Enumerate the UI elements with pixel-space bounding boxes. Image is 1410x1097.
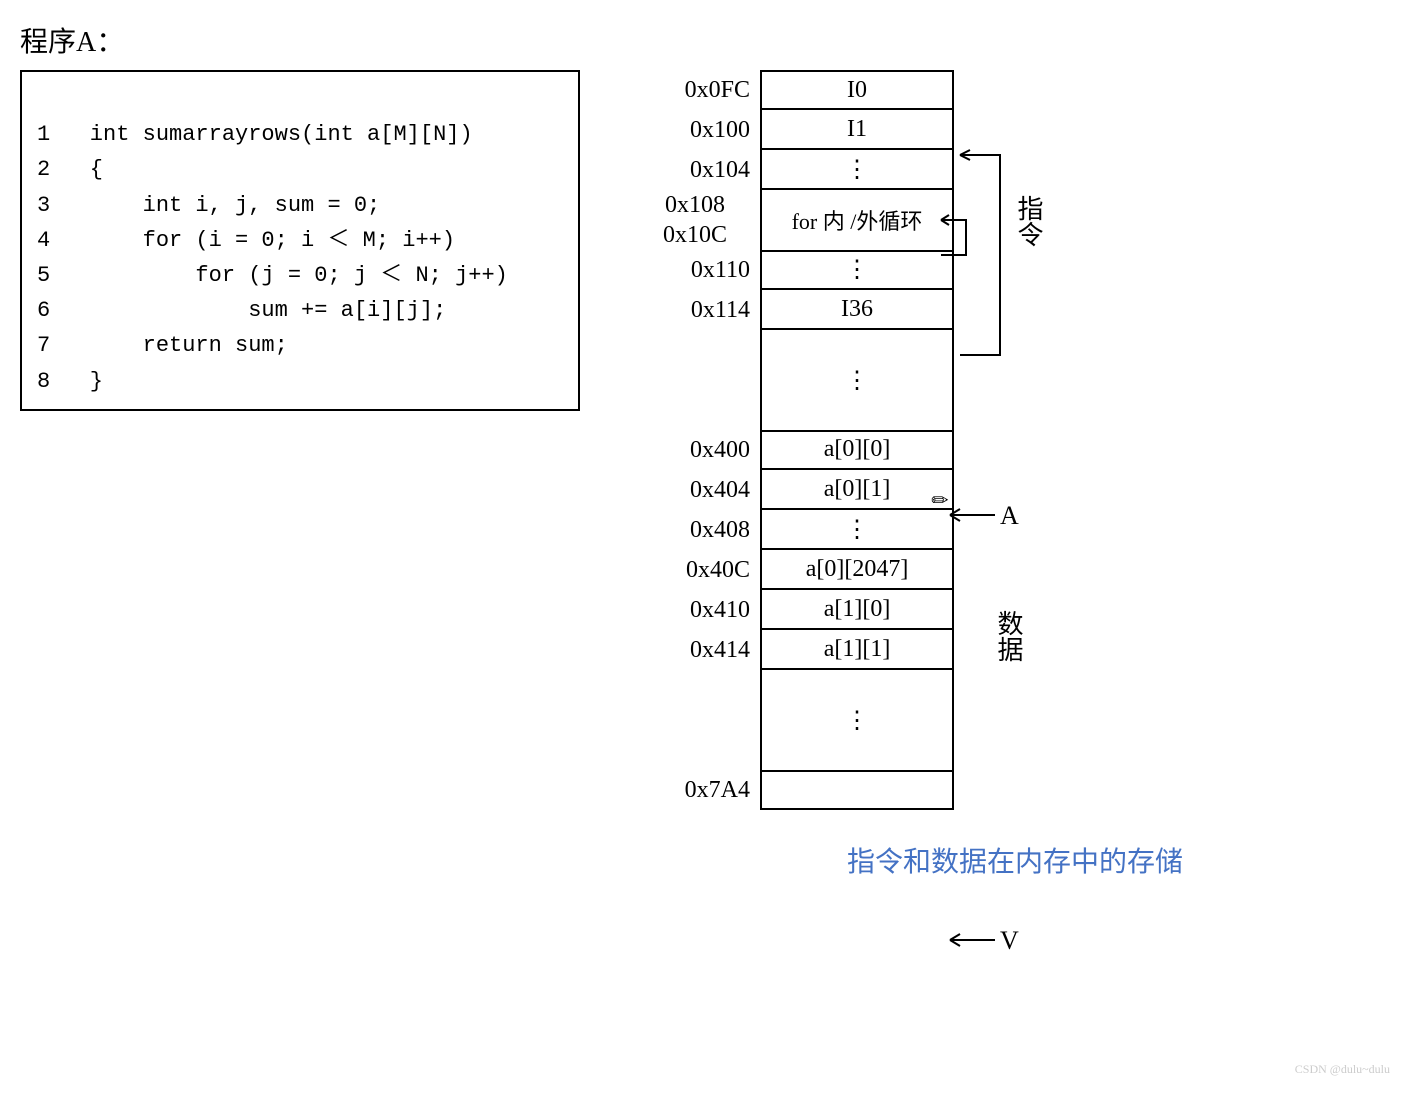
- svg-text:V: V: [1000, 926, 1019, 955]
- mem-cell: a[0][1]: [760, 470, 954, 510]
- code-line: 2 {: [37, 157, 103, 182]
- loop-arrow: [941, 205, 1001, 275]
- mem-cell-gap: ⋮: [760, 330, 954, 432]
- mem-cell: a[0][2047]: [760, 550, 954, 590]
- mem-cell-gap: ⋮: [760, 670, 954, 772]
- mem-addr: 0x104: [640, 150, 760, 190]
- data-label: 数据: [990, 610, 1027, 662]
- mem-addr: 0x110: [640, 250, 760, 290]
- arrow-a: A: [945, 500, 1035, 540]
- code-line: 7 return sum;: [37, 333, 288, 358]
- pointer-a-label: A: [1000, 501, 1019, 530]
- mem-addr: 0x414: [640, 630, 760, 670]
- mem-addr: 0x40C: [640, 550, 760, 590]
- mem-addr: 0x408: [640, 510, 760, 550]
- mem-addr: 0x108 0x10C: [640, 190, 760, 250]
- mem-addr: 0x410: [640, 590, 760, 630]
- mem-addr: 0x400: [640, 430, 760, 470]
- mem-addr: 0x100: [640, 110, 760, 150]
- mem-cell: a[1][0]: [760, 590, 954, 630]
- mem-cell: a[0][0]: [760, 430, 954, 470]
- caption: 指令和数据在内存中的存储: [640, 840, 1390, 880]
- code-line: 1 int sumarrayrows(int a[M][N]): [37, 122, 473, 147]
- mem-cell: I0: [760, 70, 954, 110]
- mem-cell: a[1][1]: [760, 630, 954, 670]
- instruction-label: 指令: [1010, 195, 1047, 247]
- code-line: 5 for (j = 0; j ＜ N; j++): [37, 263, 508, 288]
- mem-cell: ⋮: [760, 150, 954, 190]
- mem-addr: 0x7A4: [640, 770, 760, 810]
- code-line: 4 for (i = 0; i ＜ M; i++): [37, 228, 455, 253]
- program-title: 程序A：: [20, 20, 580, 60]
- mem-cell: ⋮: [760, 510, 954, 550]
- mem-cell-loop: for 内 /外循环: [760, 190, 954, 252]
- mem-cell: ⋮: [760, 250, 954, 290]
- mem-addr: 0x404: [640, 470, 760, 510]
- code-line: 8 }: [37, 369, 103, 394]
- mem-addr: 0x114: [640, 290, 760, 330]
- code-line: 6 sum += a[i][j];: [37, 298, 446, 323]
- code-box: 1 int sumarrayrows(int a[M][N]) 2 { 3 in…: [20, 70, 580, 411]
- mem-cell: [760, 770, 954, 810]
- memory-diagram: 0x0FC I0 0x100 I1 0x104 ⋮ 0x108 0x10C fo…: [640, 20, 1390, 880]
- mem-cell: I1: [760, 110, 954, 150]
- code-line: 3 int i, j, sum = 0;: [37, 193, 380, 218]
- watermark: CSDN @dulu~dulu: [1295, 1062, 1390, 1077]
- arrow-v: V: [945, 925, 1035, 965]
- mem-cell: I36: [760, 290, 954, 330]
- mem-addr: 0x0FC: [640, 70, 760, 110]
